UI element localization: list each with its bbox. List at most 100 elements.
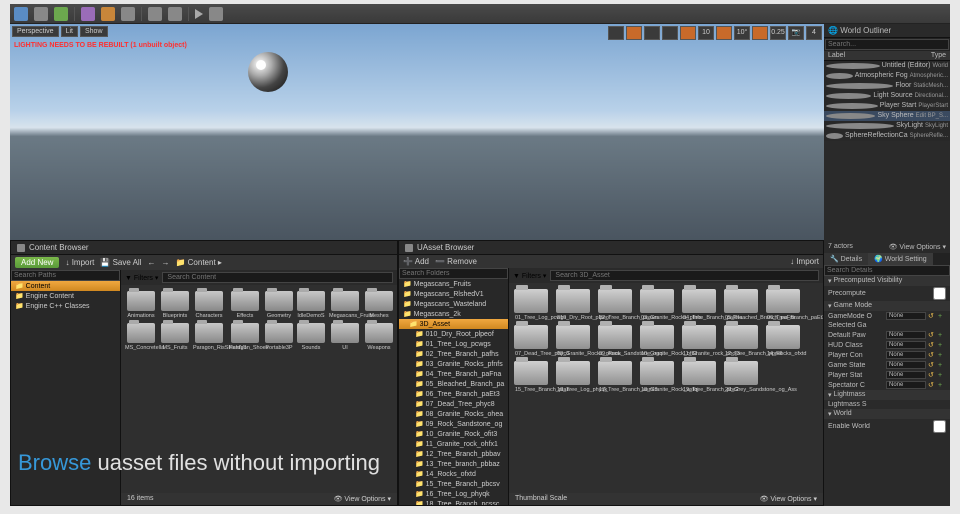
tree-item[interactable]: 📁 Megascans_2k bbox=[399, 309, 508, 319]
level-viewport[interactable]: Perspective Lit Show 10 10° 0.25 📷 bbox=[10, 24, 824, 240]
tree-item[interactable]: 📁 Megascans_Wasteland bbox=[399, 299, 508, 309]
tree-item[interactable]: 📁 15_Tree_Branch_pbcsv bbox=[399, 479, 508, 489]
world-settings-tab[interactable]: 🌍 World Setting bbox=[868, 253, 933, 265]
outliner-search-input[interactable] bbox=[825, 39, 949, 50]
scale-icon[interactable] bbox=[662, 26, 678, 40]
tree-item[interactable]: 📁 Megascans_Fruits bbox=[399, 279, 508, 289]
outliner-row[interactable]: Player StartPlayerStart bbox=[824, 101, 950, 111]
category-lightmass[interactable]: Lightmass bbox=[824, 390, 950, 400]
snap-grid-value[interactable]: 10 bbox=[698, 26, 714, 40]
player-stat-dropdown[interactable]: None bbox=[886, 371, 926, 379]
outliner-row[interactable]: Sky SphereEdit BP_S... bbox=[824, 111, 950, 121]
tree-search-input[interactable] bbox=[11, 270, 120, 281]
asset-folder[interactable]: Megascans_Fruits bbox=[329, 291, 361, 319]
outliner-row[interactable]: SkyLightSkyLight bbox=[824, 121, 950, 131]
save-all-button[interactable]: 💾 Save All bbox=[100, 258, 141, 267]
asset-folder[interactable]: Portable3P bbox=[265, 323, 293, 351]
tree-item[interactable]: 📁 01_Tree_Log_pcwgs bbox=[399, 339, 508, 349]
snap-grid-icon[interactable] bbox=[680, 26, 696, 40]
uasset-browser-tab[interactable]: UAsset Browser bbox=[399, 241, 823, 255]
default-pawn-dropdown[interactable]: None bbox=[886, 331, 926, 339]
blueprints-icon[interactable] bbox=[121, 7, 135, 21]
asset-folder[interactable]: IdleDemoS bbox=[297, 291, 325, 319]
tree-item[interactable]: 📁 09_Rock_Sandstone_og bbox=[399, 419, 508, 429]
filters-dropdown[interactable]: ▼ Filters ▾ bbox=[125, 274, 158, 282]
asset-folder[interactable]: 17_Tree_Branch_asmi3 bbox=[597, 361, 633, 393]
tree-item[interactable]: 📁 07_Dead_Tree_phyc8 bbox=[399, 399, 508, 409]
outliner-row[interactable]: Atmospheric FogAtmospheric... bbox=[824, 71, 950, 81]
tree-item[interactable]: 📁 04_Tree_Branch_paFna bbox=[399, 369, 508, 379]
open-icon[interactable] bbox=[34, 7, 48, 21]
asset-folder[interactable]: 02_Tree_Branch_pasun bbox=[597, 289, 633, 321]
build-icon[interactable] bbox=[168, 7, 182, 21]
tree-item[interactable]: 📁 16_Tree_Log_phyqk bbox=[399, 489, 508, 499]
tree-item[interactable]: 📁 10_Granite_Rock_ofit3 bbox=[399, 429, 508, 439]
asset-folder[interactable]: Meshes bbox=[365, 291, 393, 319]
tree-item[interactable]: 📁 06_Tree_Branch_paEt3 bbox=[399, 389, 508, 399]
play-icon[interactable] bbox=[195, 9, 203, 19]
details-tab[interactable]: 🔧 Details bbox=[824, 253, 868, 265]
tree-item[interactable]: 📁 010_Dry_Root_plpeof bbox=[399, 329, 508, 339]
snap-angle-value[interactable]: 10° bbox=[734, 26, 750, 40]
asset-folder[interactable]: 010_Dry_Root_plpeof bbox=[555, 289, 591, 321]
asset-folder[interactable]: 19_Tree_Branch_pbc2 bbox=[681, 361, 717, 393]
asset-folder[interactable]: MS_Fruits bbox=[161, 323, 189, 351]
outliner-type-header[interactable]: Type bbox=[931, 52, 946, 59]
thumbnail-scale[interactable]: Thumbnail Scale bbox=[515, 495, 567, 503]
asset-search-input[interactable] bbox=[550, 270, 819, 281]
asset-folder[interactable]: 03_Granite_Rocks_pfnfs bbox=[639, 289, 675, 321]
outliner-row[interactable]: Light SourceDirectional... bbox=[824, 91, 950, 101]
tree-item[interactable]: 📁 13_Tree_branch_pbbaz bbox=[399, 459, 508, 469]
asset-folder[interactable]: Characters bbox=[193, 291, 225, 319]
asset-folder[interactable]: 07_Dead_Tree_phyc8 bbox=[513, 325, 549, 357]
save-icon[interactable] bbox=[14, 7, 28, 21]
outliner-row[interactable]: SphereReflectionCaSphereRefle... bbox=[824, 131, 950, 141]
asset-folder[interactable]: MS_Concretella bbox=[125, 323, 157, 351]
asset-folder[interactable]: Animations bbox=[125, 291, 157, 319]
outliner-row[interactable]: Untitled (Editor)World bbox=[824, 61, 950, 71]
category-gamemode[interactable]: Game Mode bbox=[824, 301, 950, 311]
breadcrumb[interactable]: 📁 Content ▸ bbox=[175, 258, 221, 267]
asset-folder[interactable]: 16_Tree_Log_phyqk bbox=[555, 361, 591, 393]
snap-scale-icon[interactable] bbox=[752, 26, 768, 40]
tree-item[interactable]: 📁 Megascans_RlshedV1 bbox=[399, 289, 508, 299]
launch-icon[interactable] bbox=[209, 7, 223, 21]
asset-folder[interactable]: 04_Tree_Branch_paFna bbox=[681, 289, 717, 321]
tree-item[interactable]: 📁 02_Tree_Branch_pafhs bbox=[399, 349, 508, 359]
tree-item-engine-content[interactable]: 📁 Engine Content bbox=[11, 291, 120, 301]
import-button[interactable]: ↓ Import bbox=[790, 257, 819, 266]
outliner-row[interactable]: FloorStaticMesh... bbox=[824, 81, 950, 91]
tree-item[interactable]: 📁 11_Granite_rock_ohfx1 bbox=[399, 439, 508, 449]
details-search-input[interactable] bbox=[824, 265, 950, 276]
tree-item-content[interactable]: 📁 Content bbox=[11, 281, 120, 291]
translate-icon[interactable] bbox=[626, 26, 642, 40]
outliner-label-header[interactable]: Label bbox=[828, 52, 931, 59]
tree-item[interactable]: 📁 03_Granite_Rocks_pfnfs bbox=[399, 359, 508, 369]
asset-folder[interactable]: 06_Tree_Branch_paEt3 bbox=[765, 289, 801, 321]
asset-folder[interactable]: 10_Granite_Rock_ofit3 bbox=[639, 325, 675, 357]
asset-folder[interactable]: 20_Grey_Sandstone_og_Ass bbox=[723, 361, 759, 393]
game-state-dropdown[interactable]: None bbox=[886, 361, 926, 369]
asset-folder[interactable]: 18_Granite_Rock_astqj bbox=[639, 361, 675, 393]
cam-icon[interactable]: 📷 bbox=[788, 26, 804, 40]
content-search-input[interactable] bbox=[162, 272, 393, 283]
asset-folder[interactable]: 14_Rocks_ofxtd bbox=[765, 325, 801, 357]
asset-folder[interactable]: Weapons bbox=[365, 323, 393, 351]
category-precomputed-visibility[interactable]: Precomputed Visibility bbox=[824, 276, 950, 286]
asset-folder[interactable]: Effects bbox=[229, 291, 261, 319]
hud-class-dropdown[interactable]: None bbox=[886, 341, 926, 349]
view-options-button[interactable]: 👁 View Options ▾ bbox=[760, 495, 817, 503]
asset-folder[interactable]: 08_Granite_Rocks_ohsou bbox=[555, 325, 591, 357]
view-options-button[interactable]: 👁 View Options ▾ bbox=[334, 495, 391, 503]
enable-world-checkbox[interactable] bbox=[933, 420, 946, 433]
tree-item[interactable]: 📁 12_Tree_Branch_pbbav bbox=[399, 449, 508, 459]
gamemode-dropdown[interactable]: None bbox=[886, 312, 926, 320]
spectator-dropdown[interactable]: None bbox=[886, 381, 926, 389]
tree-item[interactable]: 📁 14_Rocks_ofxtd bbox=[399, 469, 508, 479]
precompute-checkbox[interactable] bbox=[933, 287, 946, 300]
asset-folder[interactable]: UI bbox=[329, 323, 361, 351]
lit-button[interactable]: Lit bbox=[61, 26, 78, 37]
cinematics-icon[interactable] bbox=[148, 7, 162, 21]
add-button[interactable]: ➕ Add bbox=[403, 257, 429, 266]
filters-dropdown[interactable]: ▼ Filters ▾ bbox=[513, 272, 546, 280]
